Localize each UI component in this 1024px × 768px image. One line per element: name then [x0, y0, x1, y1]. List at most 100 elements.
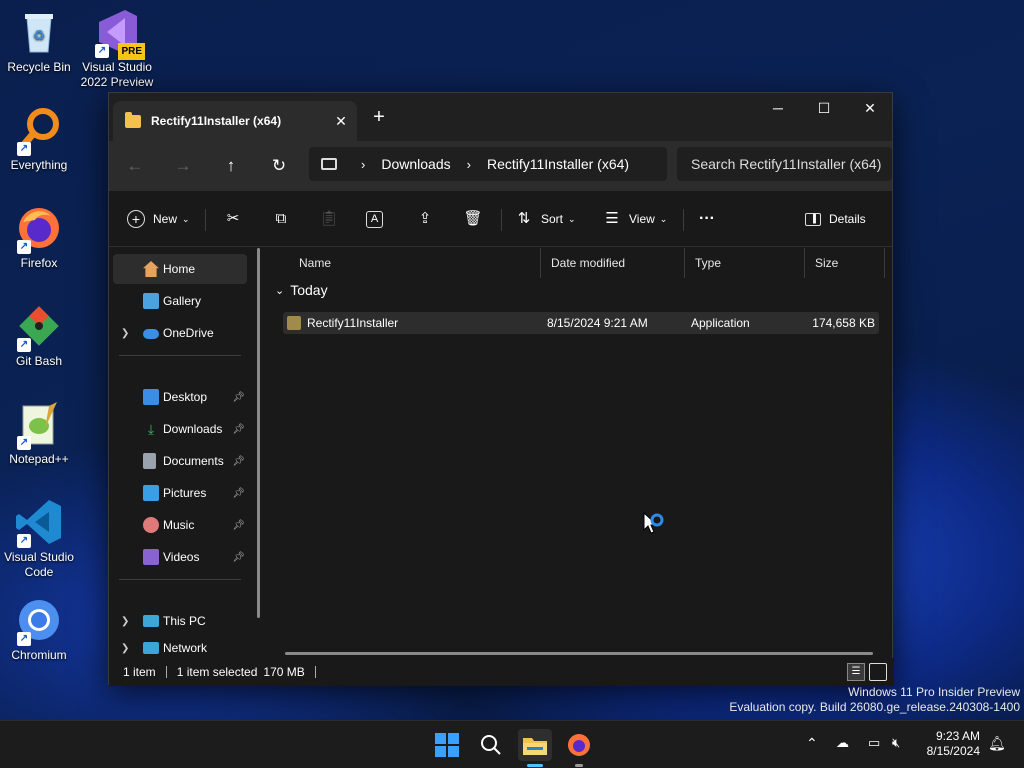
sidebar-item-this-pc[interactable]: ❯ This PC [113, 606, 247, 636]
watermark-line2: Evaluation copy. Build 26080.ge_release.… [729, 700, 1020, 714]
group-header-today[interactable]: ⌄ Today [275, 282, 328, 298]
sidebar-item-label: Pictures [163, 486, 207, 500]
pin-icon[interactable]: 📌︎ [232, 424, 245, 435]
up-button[interactable]: ↑ [219, 154, 243, 178]
desktop-icon-label: Recycle Bin [7, 60, 71, 74]
clock[interactable]: 9:23 AM 8/15/2024 [914, 729, 980, 759]
watermark: Windows 11 Pro Insider Preview Evaluatio… [729, 685, 1020, 715]
sidebar-scrollbar[interactable] [257, 248, 260, 618]
taskbar-firefox[interactable] [562, 729, 596, 767]
shortcut-arrow-icon: ↗ [17, 534, 31, 548]
chevron-right-icon[interactable]: ❯ [121, 643, 129, 654]
shortcut-arrow-icon: ↗ [17, 338, 31, 352]
close-tab-icon[interactable]: ✕ [333, 113, 349, 129]
desktop-icon-chromium[interactable]: ↗ Chromium [0, 596, 78, 663]
pin-icon[interactable]: 📌︎ [232, 392, 245, 403]
column-header-name[interactable]: Name [289, 248, 541, 278]
sidebar-item-home[interactable]: Home [113, 254, 247, 284]
chromium-icon: ↗ [15, 596, 63, 646]
sidebar-item-network[interactable]: ❯ Network [113, 638, 247, 658]
new-tab-button[interactable]: + [367, 107, 391, 127]
copy-button[interactable]: ⧉ [270, 207, 292, 231]
onedrive-offline-icon[interactable]: ☁︎ [836, 735, 849, 751]
vscode-icon: ↗ [15, 498, 63, 548]
chevron-right-icon[interactable]: › [361, 157, 365, 172]
pin-icon[interactable]: 📌︎ [232, 456, 245, 467]
sidebar-item-desktop[interactable]: Desktop 📌︎ [113, 382, 247, 412]
sidebar-item-music[interactable]: Music 📌︎ [113, 510, 247, 540]
paste-button[interactable]: 📋︎ [318, 207, 340, 231]
horizontal-scrollbar[interactable] [285, 652, 873, 655]
address-bar[interactable]: › Downloads › Rectify11Installer (x64) [309, 147, 667, 181]
new-button[interactable]: + New ⌄ [127, 207, 190, 231]
share-button[interactable]: ⇪ [414, 207, 436, 231]
chevron-right-icon[interactable]: › [467, 157, 471, 172]
desktop-icon-everything[interactable]: ↗ Everything [0, 106, 78, 173]
forward-button[interactable]: → [171, 154, 195, 178]
column-header-date-modified[interactable]: Date modified [541, 248, 685, 278]
start-button[interactable] [430, 729, 464, 761]
show-hidden-icons-chevron[interactable]: ⌃ [806, 735, 818, 752]
title-bar[interactable]: Rectify11Installer (x64) ✕ + ─ ☐ ✕ [109, 93, 892, 141]
sidebar-item-gallery[interactable]: Gallery [113, 286, 247, 316]
desktop-icon-recycle-bin[interactable]: ♻ Recycle Bin [0, 8, 78, 75]
breadcrumb-current-folder[interactable]: Rectify11Installer (x64) [487, 156, 629, 172]
chevron-right-icon[interactable]: ❯ [121, 616, 129, 627]
tiles-view-toggle[interactable] [869, 663, 887, 681]
sort-button[interactable]: ⇅ Sort ⌄ [513, 207, 576, 231]
network-icon [143, 642, 159, 654]
notepad-plus-plus-icon: ↗ [15, 400, 63, 450]
volume-muted-icon[interactable]: 🔇︎ [892, 735, 900, 751]
column-header-size[interactable]: Size [805, 248, 885, 278]
status-divider [165, 666, 167, 678]
search-input[interactable]: Search Rectify11Installer (x64) [677, 147, 892, 181]
refresh-button[interactable]: ↻ [267, 154, 291, 178]
file-type: Application [691, 316, 750, 330]
sidebar-item-videos[interactable]: Videos 📌︎ [113, 542, 247, 572]
search-button[interactable] [474, 729, 508, 761]
maximize-button[interactable]: ☐ [801, 93, 847, 123]
back-button[interactable]: ← [123, 154, 147, 178]
pin-icon[interactable]: 📌︎ [232, 552, 245, 563]
network-icon[interactable]: ▭ [868, 735, 880, 751]
desktop-icon-notepad-plus-plus[interactable]: ↗ Notepad++ [0, 400, 78, 467]
more-options-button[interactable]: ··· [696, 207, 718, 231]
running-indicator [575, 764, 583, 767]
details-view-toggle[interactable]: ☰ [847, 663, 865, 681]
cut-button[interactable]: ✂ [222, 207, 244, 231]
pin-icon[interactable]: 📌︎ [232, 520, 245, 531]
sidebar-item-onedrive[interactable]: ❯ OneDrive [113, 318, 247, 348]
desktop-icon-firefox[interactable]: ↗ Firefox [0, 204, 78, 271]
minimize-button[interactable]: ─ [755, 93, 801, 123]
view-button[interactable]: ☰ View ⌄ [601, 207, 667, 231]
sidebar-item-label: Music [163, 518, 195, 532]
sidebar-item-documents[interactable]: Documents 📌︎ [113, 446, 247, 476]
search-placeholder: Search Rectify11Installer (x64) [691, 156, 882, 172]
table-row[interactable]: Rectify11Installer 8/15/2024 9:21 AM App… [283, 312, 879, 334]
close-window-button[interactable]: ✕ [847, 93, 893, 123]
desktop-icon-label: Everything [10, 158, 68, 172]
chevron-down-icon: ⌄ [275, 284, 285, 297]
desktop-icon-vscode[interactable]: ↗ Visual Studio Code [0, 498, 78, 580]
pin-icon[interactable]: 📌︎ [232, 488, 245, 499]
video-icon [143, 549, 159, 565]
delete-button[interactable]: 🗑︎ [462, 207, 484, 231]
desktop-icon-git-bash[interactable]: ↗ Git Bash [0, 302, 78, 369]
watermark-line1: Windows 11 Pro Insider Preview [848, 685, 1020, 699]
rename-button[interactable]: A [366, 207, 383, 231]
chevron-right-icon[interactable]: ❯ [121, 328, 129, 339]
clock-time: 9:23 AM [935, 729, 980, 743]
taskbar-file-explorer[interactable] [518, 729, 552, 767]
details-label: Details [829, 212, 866, 226]
explorer-tab[interactable]: Rectify11Installer (x64) ✕ [113, 101, 357, 141]
recycle-bin-icon: ♻ [15, 8, 63, 56]
breadcrumb-downloads[interactable]: Downloads [381, 156, 450, 172]
sidebar-item-pictures[interactable]: Pictures 📌︎ [113, 478, 247, 508]
column-header-type[interactable]: Type [685, 248, 805, 278]
desktop-icon-label: Chromium [11, 648, 67, 662]
details-button[interactable]: ▐ Details [805, 207, 866, 231]
notification-bell-icon[interactable]: 🔔︎ [988, 735, 1006, 752]
desktop-icon-visual-studio-2022-preview[interactable]: PRE ↗ Visual Studio 2022 Preview [78, 8, 156, 90]
item-count: 1 item [123, 665, 156, 679]
sidebar-item-downloads[interactable]: ⤓ Downloads 📌︎ [113, 414, 247, 444]
